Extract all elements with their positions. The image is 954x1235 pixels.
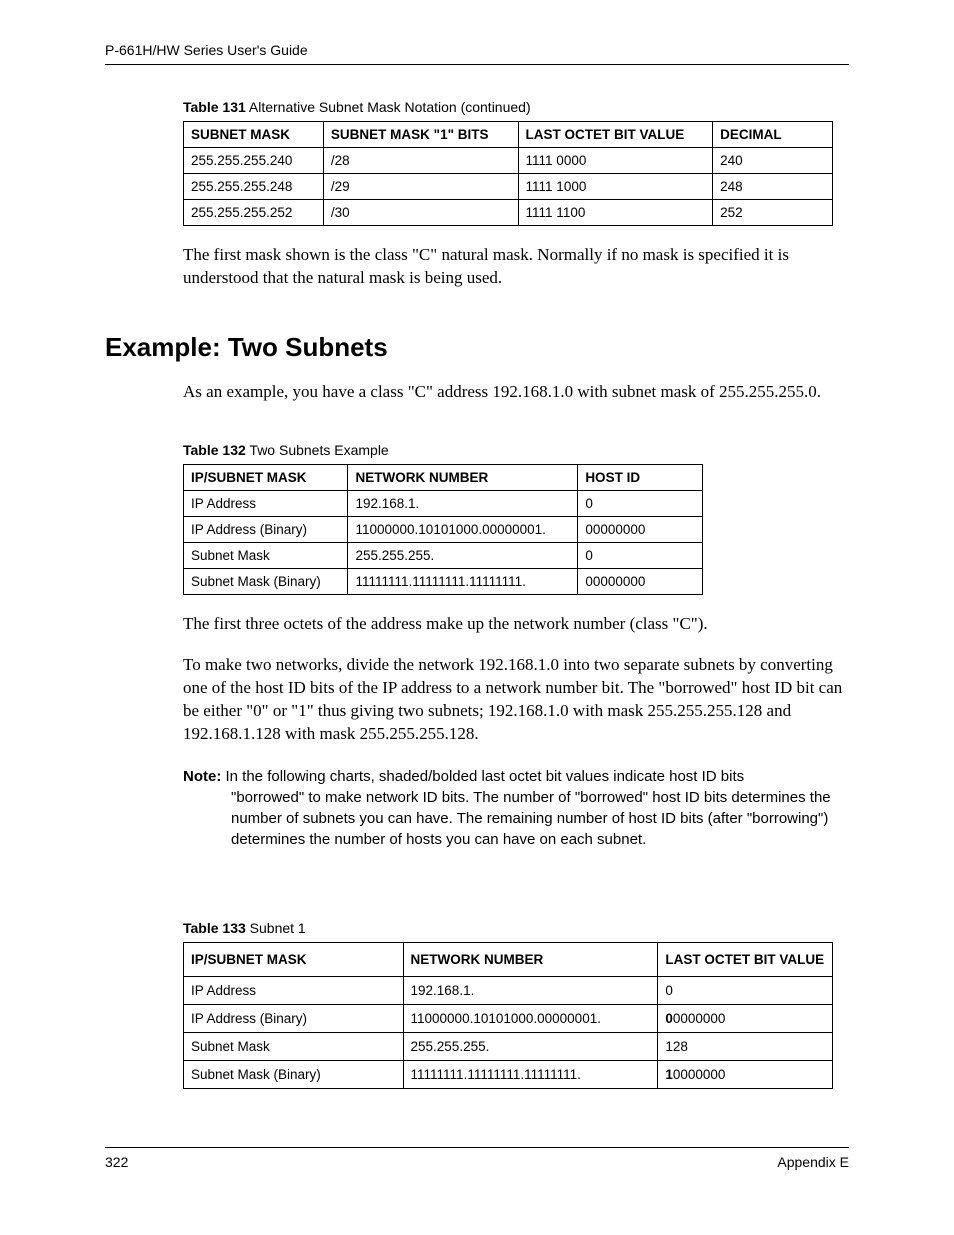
table-132-caption-bold: Table 132 xyxy=(183,442,246,458)
table-131-caption-bold: Table 131 xyxy=(183,99,246,115)
col-header: IP/SUBNET MASK xyxy=(184,464,348,490)
cell: IP Address (Binary) xyxy=(184,1004,404,1032)
cell: Subnet Mask xyxy=(184,542,348,568)
cell: 128 xyxy=(658,1032,833,1060)
bold-bit: 0 xyxy=(665,1011,673,1026)
col-header: SUBNET MASK xyxy=(184,122,324,148)
table-row: 255.255.255.248 /29 1111 1000 248 xyxy=(184,174,833,200)
table-row: 255.255.255.252 /30 1111 1100 252 xyxy=(184,200,833,226)
table-row: IP/SUBNET MASK NETWORK NUMBER LAST OCTET… xyxy=(184,942,833,976)
table-133-caption: Table 133 Subnet 1 xyxy=(183,920,849,936)
cell: 255.255.255.240 xyxy=(184,148,324,174)
table-row: Subnet Mask 255.255.255. 128 xyxy=(184,1032,833,1060)
cell: /28 xyxy=(323,148,518,174)
cell: IP Address (Binary) xyxy=(184,516,348,542)
rest-bits: 0000000 xyxy=(673,1011,726,1026)
cell: 1111 1100 xyxy=(518,200,713,226)
cell: 255.255.255. xyxy=(348,542,578,568)
note-block: Note: In the following charts, shaded/bo… xyxy=(183,766,849,850)
table-row: IP Address 192.168.1. 0 xyxy=(184,490,703,516)
cell: Subnet Mask (Binary) xyxy=(184,1060,404,1088)
cell: /30 xyxy=(323,200,518,226)
cell: 10000000 xyxy=(658,1060,833,1088)
cell: 1111 1000 xyxy=(518,174,713,200)
cell: 252 xyxy=(713,200,833,226)
note-text-first: In the following charts, shaded/bolded l… xyxy=(221,768,744,785)
cell: 11111111.11111111.11111111. xyxy=(348,568,578,594)
cell: 00000000 xyxy=(658,1004,833,1032)
col-header: HOST ID xyxy=(578,464,703,490)
col-header: IP/SUBNET MASK xyxy=(184,942,404,976)
table-131-caption: Table 131 Alternative Subnet Mask Notati… xyxy=(183,99,849,115)
cell: 0 xyxy=(578,490,703,516)
cell: 00000000 xyxy=(578,568,703,594)
cell: 11000000.10101000.00000001. xyxy=(403,1004,658,1032)
cell: 11000000.10101000.00000001. xyxy=(348,516,578,542)
table-row: IP Address (Binary) 11000000.10101000.00… xyxy=(184,516,703,542)
bold-bit: 1 xyxy=(665,1067,673,1082)
table-row: IP Address (Binary) 11000000.10101000.00… xyxy=(184,1004,833,1032)
cell: 0 xyxy=(578,542,703,568)
table-133-caption-text: Subnet 1 xyxy=(246,920,306,936)
note-label: Note: xyxy=(183,768,221,785)
table-row: Subnet Mask 255.255.255. 0 xyxy=(184,542,703,568)
cell: IP Address xyxy=(184,490,348,516)
rest-bits: 0000000 xyxy=(673,1067,726,1082)
table-row: IP/SUBNET MASK NETWORK NUMBER HOST ID xyxy=(184,464,703,490)
rest-bits: 128 xyxy=(665,1039,688,1054)
cell: 240 xyxy=(713,148,833,174)
cell: 248 xyxy=(713,174,833,200)
cell: 255.255.255.252 xyxy=(184,200,324,226)
note-text-rest: "borrowed" to make network ID bits. The … xyxy=(231,787,849,850)
table-132: IP/SUBNET MASK NETWORK NUMBER HOST ID IP… xyxy=(183,464,703,595)
cell: 192.168.1. xyxy=(403,976,658,1004)
cell: 255.255.255. xyxy=(403,1032,658,1060)
cell: 0 xyxy=(658,976,833,1004)
table-133-caption-bold: Table 133 xyxy=(183,920,246,936)
page-number: 322 xyxy=(105,1154,128,1170)
table-row: Subnet Mask (Binary) 11111111.11111111.1… xyxy=(184,1060,833,1088)
table-133: IP/SUBNET MASK NETWORK NUMBER LAST OCTET… xyxy=(183,942,833,1089)
body-paragraph: To make two networks, divide the network… xyxy=(183,654,849,746)
table-row: 255.255.255.240 /28 1111 0000 240 xyxy=(184,148,833,174)
body-paragraph: As an example, you have a class "C" addr… xyxy=(183,381,849,404)
col-header: DECIMAL xyxy=(713,122,833,148)
col-header: LAST OCTET BIT VALUE xyxy=(518,122,713,148)
cell: IP Address xyxy=(184,976,404,1004)
table-row: IP Address 192.168.1. 0 xyxy=(184,976,833,1004)
col-header: NETWORK NUMBER xyxy=(403,942,658,976)
body-paragraph: The first mask shown is the class "C" na… xyxy=(183,244,849,290)
cell: 00000000 xyxy=(578,516,703,542)
cell: 255.255.255.248 xyxy=(184,174,324,200)
section-label: Appendix E xyxy=(777,1154,849,1170)
col-header: SUBNET MASK "1" BITS xyxy=(323,122,518,148)
table-132-caption-text: Two Subnets Example xyxy=(246,442,389,458)
section-heading: Example: Two Subnets xyxy=(105,332,849,363)
table-131: SUBNET MASK SUBNET MASK "1" BITS LAST OC… xyxy=(183,121,833,226)
table-131-caption-text: Alternative Subnet Mask Notation (contin… xyxy=(246,99,531,115)
cell: Subnet Mask xyxy=(184,1032,404,1060)
cell: 11111111.11111111.11111111. xyxy=(403,1060,658,1088)
cell: /29 xyxy=(323,174,518,200)
running-header: P-661H/HW Series User's Guide xyxy=(105,42,849,65)
table-row: SUBNET MASK SUBNET MASK "1" BITS LAST OC… xyxy=(184,122,833,148)
cell: 192.168.1. xyxy=(348,490,578,516)
table-132-caption: Table 132 Two Subnets Example xyxy=(183,442,849,458)
cell: Subnet Mask (Binary) xyxy=(184,568,348,594)
page-footer: 322 Appendix E xyxy=(105,1147,849,1170)
cell: 1111 0000 xyxy=(518,148,713,174)
body-paragraph: The first three octets of the address ma… xyxy=(183,613,849,636)
rest-bits: 0 xyxy=(665,983,673,998)
table-row: Subnet Mask (Binary) 11111111.11111111.1… xyxy=(184,568,703,594)
col-header: LAST OCTET BIT VALUE xyxy=(658,942,833,976)
col-header: NETWORK NUMBER xyxy=(348,464,578,490)
